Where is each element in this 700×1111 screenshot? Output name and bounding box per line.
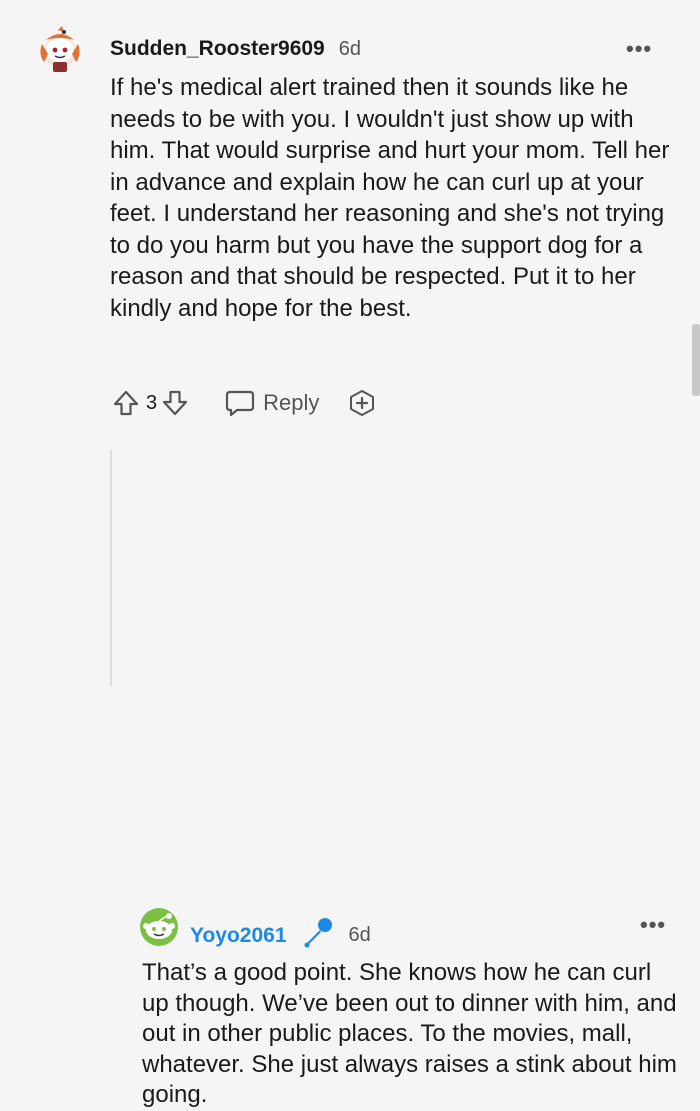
comment-meta: Sudden_Rooster9609 6d <box>110 37 361 61</box>
plus-award-icon <box>350 390 375 416</box>
username[interactable]: Yoyo2061 <box>190 924 287 948</box>
comment-actions: 3 Reply <box>112 388 377 418</box>
comment-age: 6d <box>338 38 361 60</box>
comment-age: 6d <box>348 924 371 946</box>
vote-count: 3 <box>146 391 158 414</box>
comment-body: If he's medical alert trained then it so… <box>110 74 670 322</box>
snoo-avatar-icon <box>140 908 178 946</box>
comment-body: That’s a good point. She knows how he ca… <box>142 959 677 1108</box>
microphone-icon <box>301 916 335 955</box>
reply-label: Reply <box>263 390 320 415</box>
speech-bubble-icon <box>226 390 255 417</box>
award-button[interactable] <box>347 388 377 418</box>
reply-button[interactable]: Reply <box>225 389 319 417</box>
username[interactable]: Sudden_Rooster9609 <box>110 37 325 61</box>
snoo-avatar-icon <box>40 26 80 72</box>
user-avatar[interactable] <box>34 24 86 76</box>
comment-meta: Yoyo2061 6d <box>190 916 371 955</box>
arrow-up-icon[interactable] <box>112 389 140 417</box>
comment-top-level: Sudden_Rooster9609 6d ••• If he's medica… <box>0 0 700 450</box>
scrollbar[interactable] <box>692 324 700 396</box>
more-options-button[interactable]: ••• <box>640 912 666 938</box>
arrow-down-icon[interactable] <box>161 389 189 417</box>
comment-reply: Yoyo2061 6d ••• That’s a good point. She… <box>0 450 700 1108</box>
user-avatar[interactable] <box>139 907 179 947</box>
more-options-button[interactable]: ••• <box>626 36 652 62</box>
